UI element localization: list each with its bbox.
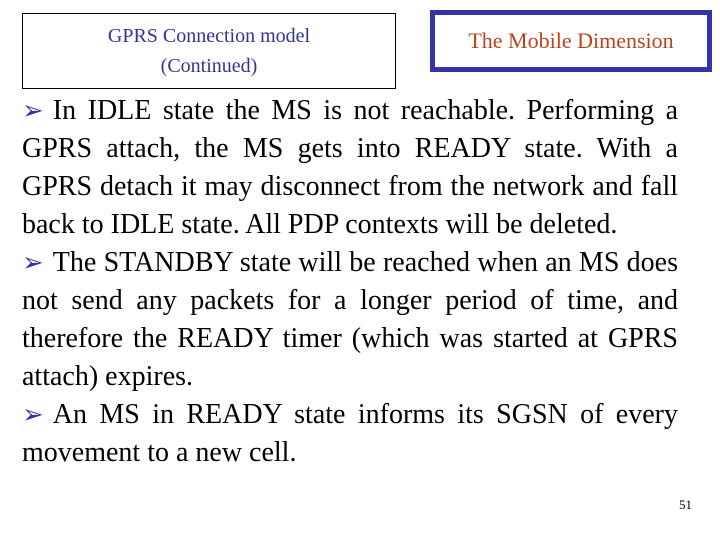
bullet-paragraph-3-text: An MS in READY state informs its SGSN of… bbox=[22, 399, 678, 468]
slide-canvas: GPRS Connection model (Continued) The Mo… bbox=[0, 0, 720, 540]
topic-title-line-2: (Continued) bbox=[160, 55, 258, 77]
arrow-bullet-icon: ➢ bbox=[22, 400, 44, 429]
page-number: 51 bbox=[679, 497, 692, 512]
topic-title-box: GPRS Connection model (Continued) bbox=[22, 13, 396, 89]
slide-body: ➢ In IDLE state the MS is not reachable. … bbox=[22, 92, 678, 472]
arrow-bullet-icon: ➢ bbox=[22, 248, 44, 277]
bullet-paragraph-1-text: In IDLE state the MS is not reachable. P… bbox=[22, 95, 678, 240]
section-title-text: The Mobile Dimension bbox=[468, 28, 674, 53]
section-title-box: The Mobile Dimension bbox=[430, 10, 712, 72]
bullet-paragraph-3: ➢ An MS in READY state informs its SGSN o… bbox=[22, 396, 678, 472]
bullet-paragraph-1: ➢ In IDLE state the MS is not reachable. … bbox=[22, 92, 678, 244]
arrow-bullet-icon: ➢ bbox=[22, 96, 44, 125]
bullet-paragraph-2-text: The STANDBY state will be reached when a… bbox=[22, 247, 678, 392]
bullet-paragraph-2: ➢ The STANDBY state will be reached when … bbox=[22, 244, 678, 396]
topic-title-line-1: GPRS Connection model bbox=[107, 25, 311, 47]
